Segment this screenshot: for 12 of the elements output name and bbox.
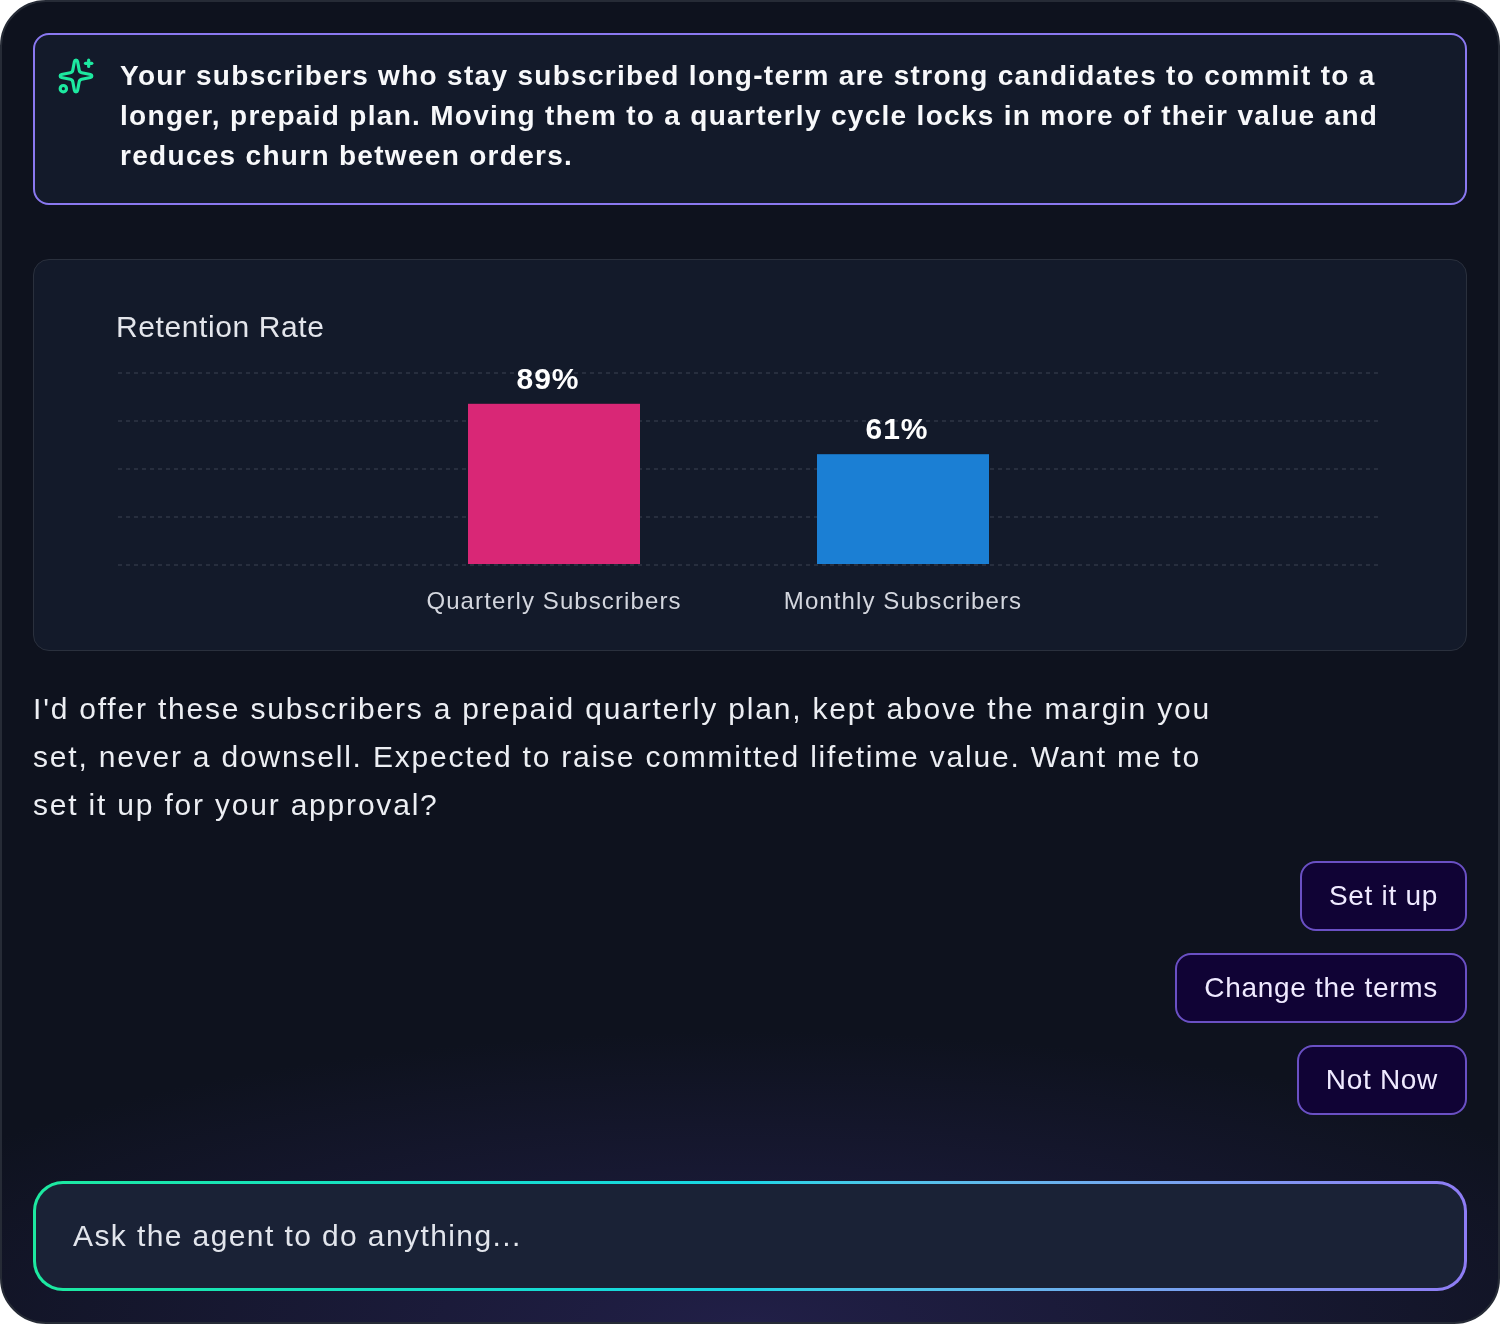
action-button[interactable]: Change the terms xyxy=(1175,953,1467,1023)
message-input[interactable]: Ask the agent to do anything... xyxy=(33,1181,1467,1291)
sparkle-icon xyxy=(57,57,95,95)
message-text: I'd offer these subscribers a prepaid quarterly plan, kept above the margin you set, never a downsell. Expected to raise committed lifetime value. Want me to set it up for your approval? xyxy=(33,691,1212,823)
category-label: Monthly Subscribers xyxy=(783,587,1023,614)
insight-text: Your subscribers who stay subscribed long-term are strong candidates to commit to a longer, prepaid plan. Moving them to a quarterly cycle locks in more of their value and reduces churn between orders. xyxy=(120,59,1380,173)
category-label: Quarterly Subscribers xyxy=(426,587,682,614)
bar-value-label: 89% xyxy=(516,361,580,395)
bar-value-label: 61% xyxy=(865,412,929,446)
chart-title: Retention Rate xyxy=(116,309,325,345)
action-button[interactable]: Set it up xyxy=(1299,861,1467,931)
action-button[interactable]: Not Now xyxy=(1296,1045,1467,1115)
